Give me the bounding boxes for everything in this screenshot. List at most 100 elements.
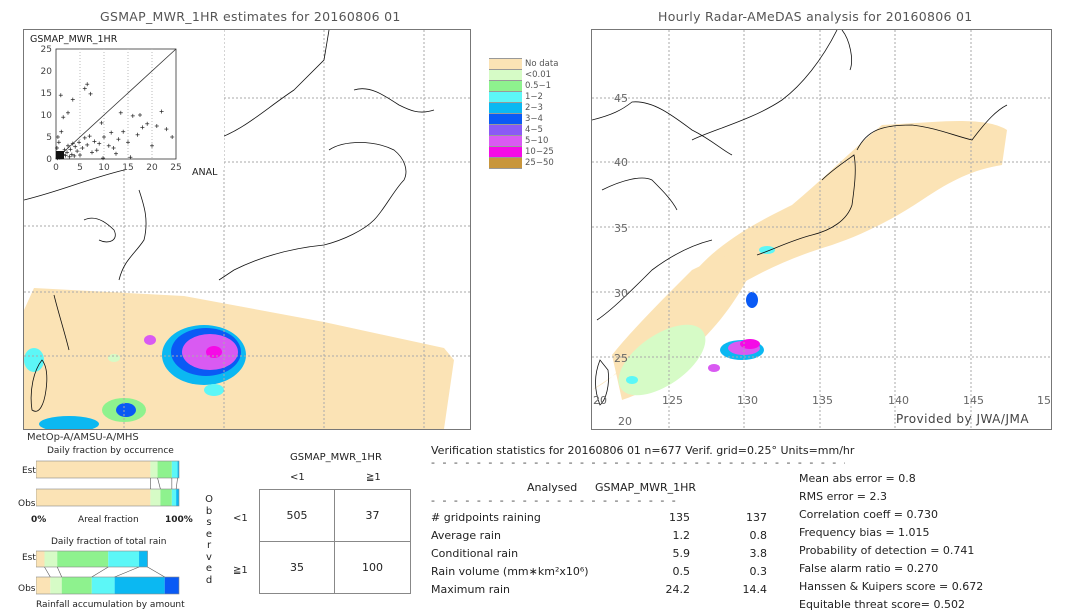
verification-score: Mean abs error = 0.8 [799, 472, 916, 485]
latitude-label: 30 [614, 287, 628, 300]
scatter-point [85, 142, 90, 147]
verification-score: Equitable threat score= 0.502 [799, 598, 965, 611]
side-label-char: O [205, 494, 213, 505]
scatter-point [92, 139, 97, 144]
longitude-label: 20 [593, 394, 607, 407]
verification-analysed: 135 [669, 511, 690, 524]
scatter-cluster [56, 151, 64, 159]
col-analysed: Analysed [527, 481, 578, 494]
legend-swatch [489, 70, 522, 81]
connector-line [147, 566, 165, 578]
total-rain-est-segment [139, 551, 148, 567]
longitude-label: 15 [1037, 394, 1051, 407]
scatter-point [154, 124, 159, 128]
color-legend: No data <0.01 0.5−1 1−2 2−3 3−4 4−5 5−10 10−25 25… [489, 48, 599, 228]
occurrence-axis-label: Areal fraction [78, 515, 139, 525]
scatter-point [85, 82, 90, 87]
occurrence-obs-segment [171, 489, 177, 506]
legend-label: 25−50 [525, 158, 554, 168]
y-tick-label: 15 [41, 89, 52, 99]
sensor-label: MetOp-A/AMSU-A/MHS [27, 432, 139, 443]
contingency-cell: 505 [259, 489, 335, 542]
connector-line [157, 477, 161, 490]
legend-label: 1−2 [525, 92, 543, 102]
occurrence-obs-segment [176, 489, 179, 506]
total-rain-title: Daily fraction of total rain [51, 537, 167, 547]
verification-analysed: 1.2 [672, 529, 691, 542]
occurrence-bars [36, 460, 180, 507]
contingency-row-header: <1 [233, 513, 248, 524]
occurrence-title: Daily fraction by occurrence [47, 446, 174, 456]
left-panel-title: GSMAP_MWR_1HR estimates for 20160806 01 [100, 9, 401, 24]
legend-label: <0.01 [525, 70, 552, 80]
scatter-point [77, 140, 82, 145]
verification-label: Maximum rain [431, 583, 510, 596]
scatter-inset: GSMAP_MWR_1HR 25 20 15 10 5 0 0 5 10 15 20 25 [24, 30, 224, 173]
connector-line [56, 566, 63, 578]
scatter-point [111, 146, 116, 150]
total-rain-est-segment [57, 551, 109, 567]
y-tick-label: 5 [46, 133, 52, 143]
occurrence-est-segment [36, 461, 151, 478]
scatter-point [145, 121, 150, 126]
side-label-char: v [206, 551, 212, 563]
left-map: GSMAP_MWR_1HR 25 20 15 10 5 0 0 5 10 15 20 25 ANAL [23, 29, 471, 430]
rain-area [108, 354, 120, 362]
longitude-label: 135 [812, 394, 833, 407]
right-map: 45 40 35 30 25 20 20 125 130 135 140 145 15 Provide… [591, 29, 1052, 430]
legend-swatch [489, 147, 522, 158]
x-tick-label: 5 [77, 163, 83, 173]
total-rain-est-segment [108, 551, 140, 567]
scatter-point [135, 132, 140, 137]
contingency-cell: 35 [259, 541, 335, 594]
rain-area [626, 376, 638, 384]
latitude-label: 20 [618, 415, 632, 428]
connector-line [44, 566, 51, 578]
total-rain-est-segment [36, 551, 45, 567]
latitude-label: 35 [614, 222, 628, 235]
scatter-point [114, 151, 118, 156]
rain-area [24, 348, 44, 372]
legend-swatch [489, 59, 522, 70]
connector-line [114, 566, 140, 578]
divider: - - - - - - - - - - - - - - - - - - - - … [431, 494, 683, 507]
scatter-point [59, 129, 64, 134]
scatter-point [66, 110, 70, 115]
verification-score: Correlation coeff = 0.730 [799, 508, 938, 521]
scatter-point [94, 148, 99, 153]
verification-gsmap: 3.8 [749, 547, 768, 560]
contingency-cell: 100 [334, 541, 411, 594]
legend-swatch [489, 103, 522, 114]
scatter-point [55, 135, 60, 139]
y-tick-label: 20 [41, 67, 53, 77]
right-map-svg [592, 30, 1051, 429]
scatter-point [99, 120, 104, 125]
occurrence-est-segment [171, 461, 178, 478]
contingency-row-header: ≧1 [233, 565, 248, 576]
scatter-point [101, 156, 106, 161]
verification-gsmap: 0.3 [749, 565, 768, 578]
y-tick-label: 10 [41, 111, 53, 121]
x-tick-label: 20 [146, 163, 158, 173]
occurrence-obs-segment [160, 489, 172, 506]
rain-area [116, 403, 136, 417]
rain-area [204, 384, 224, 396]
legend-swatch [489, 158, 522, 169]
scatter-point [70, 97, 75, 102]
scatter-point [87, 134, 92, 139]
side-label-char: e [205, 563, 213, 574]
contingency-cell: 37 [334, 489, 411, 542]
scatter-point [73, 144, 78, 149]
legend-label: 10−25 [525, 147, 554, 157]
rain-area [708, 364, 720, 372]
occurrence-est-segment [150, 461, 158, 478]
x-tick-label: 0 [53, 163, 59, 173]
total-rain-obs-segment [164, 577, 179, 594]
total-rain-obs-segment [114, 577, 165, 594]
verification-score: RMS error = 2.3 [799, 490, 887, 503]
scatter-point [82, 86, 87, 91]
legend-swatch [489, 114, 522, 125]
legend-label: 5−10 [525, 136, 549, 146]
legend-item: 25−50 [489, 158, 599, 173]
occurrence-axis-right: 100% [165, 515, 193, 525]
